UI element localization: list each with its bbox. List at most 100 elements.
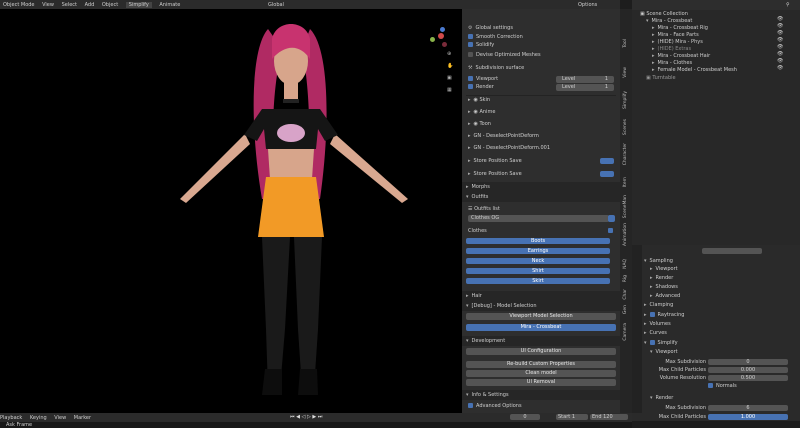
marker-menu[interactable]: Marker	[74, 415, 91, 421]
tab-gen[interactable]: Gen	[623, 305, 628, 314]
neck-toggle[interactable]: Neck	[466, 258, 610, 264]
outfit-select-icon[interactable]	[608, 215, 615, 222]
chevron-right-icon[interactable]: ▸	[466, 182, 469, 192]
clothes-checkbox[interactable]	[608, 228, 616, 234]
earrings-toggle[interactable]: Earrings	[466, 248, 610, 254]
transform-orientation[interactable]: Global	[268, 2, 284, 8]
max-subdivision-field[interactable]: 0	[708, 359, 788, 365]
devices-optimized-checkbox[interactable]: Devise Optimized Meshes	[468, 50, 541, 60]
skin-item[interactable]: ▸ ◉ Skin	[468, 95, 490, 105]
pan-icon[interactable]: ✋	[447, 63, 453, 69]
tab-scenes[interactable]: Scenes	[623, 119, 628, 135]
tab-animation[interactable]: Animation	[623, 223, 628, 246]
grid-icon[interactable]: ▦	[447, 87, 452, 93]
max-child-particles-field[interactable]: 0.000	[708, 367, 788, 373]
navigation-gizmo[interactable]	[428, 27, 450, 51]
solidify-checkbox[interactable]: Solidify	[468, 40, 494, 50]
animate-button[interactable]: Animate	[159, 2, 180, 8]
axis-neg-icon[interactable]	[442, 42, 447, 47]
render-checkbox[interactable]: Render	[468, 82, 494, 92]
chevron-right-icon[interactable]: ▸	[468, 143, 471, 153]
store-position-toggle-2[interactable]	[600, 171, 614, 177]
menu-add[interactable]: Add	[85, 2, 95, 8]
normals-checkbox[interactable]: Normals	[708, 381, 737, 391]
checkbox-icon[interactable]	[468, 52, 473, 57]
camera-icon[interactable]: ▣	[447, 75, 452, 81]
outfit-select[interactable]: Clothes OG	[468, 215, 609, 222]
tab-camera[interactable]: Camera	[623, 323, 628, 341]
store-position-item-2[interactable]: ▸ Store Position Save	[468, 169, 522, 179]
anime-item[interactable]: ▸ ◉ Anime	[468, 107, 495, 117]
chevron-right-icon[interactable]: ▸	[468, 119, 471, 129]
start-frame[interactable]: Start 1	[556, 414, 588, 420]
menu-select[interactable]: Select	[62, 2, 77, 8]
filter-icon[interactable]: ⚲	[786, 2, 790, 8]
checkbox-icon[interactable]	[468, 42, 473, 47]
3d-viewport[interactable]: ⊕ ✋ ▣ ▦	[0, 9, 462, 413]
simplify-render-sub[interactable]: ▾ Render	[650, 393, 673, 403]
tab-character[interactable]: Character	[623, 143, 628, 165]
development-panel-header[interactable]: ▾ Development	[462, 336, 620, 346]
viewport-level-field[interactable]: Level 1	[556, 76, 614, 83]
chevron-right-icon[interactable]: ▸	[468, 156, 471, 166]
tab-item[interactable]: Item	[623, 177, 628, 187]
checkbox-icon[interactable]	[468, 76, 473, 81]
model-selection-header[interactable]: ▾ [Debug] - Model Selection	[462, 301, 620, 311]
ui-configuration-button[interactable]: UI Configuration	[466, 348, 616, 355]
chevron-down-icon[interactable]: ▾	[466, 301, 469, 311]
checkbox-icon[interactable]	[468, 84, 473, 89]
render-max-child-field[interactable]: 1.000	[708, 414, 788, 420]
simplify-viewport-sub[interactable]: ▾ Viewport	[650, 347, 678, 357]
ui-removal-button[interactable]: UI Removal	[466, 379, 616, 386]
advanced-options-checkbox[interactable]: Advanced Options	[468, 401, 522, 411]
outfits-panel-header[interactable]: ▾ Outfits	[462, 192, 620, 202]
clamping-header[interactable]: ▸ Clamping	[644, 300, 673, 310]
skirt-toggle[interactable]: Skirt	[466, 278, 610, 284]
playback-menu[interactable]: Playback	[0, 415, 22, 421]
axis-z-icon[interactable]	[440, 27, 445, 32]
clean-model-button[interactable]: Clean model	[466, 370, 616, 377]
axis-y-icon[interactable]	[430, 37, 435, 42]
tab-sceneman[interactable]: SceneMan	[623, 195, 628, 218]
menu-view[interactable]: View	[42, 2, 54, 8]
axis-x-icon[interactable]	[438, 33, 444, 39]
chevron-right-icon[interactable]: ▸	[468, 131, 471, 141]
keying-menu[interactable]: Keying	[30, 415, 47, 421]
model-name-button[interactable]: Mira - Crossbeat	[466, 324, 616, 331]
chevron-right-icon[interactable]: ▸	[468, 169, 471, 179]
chevron-right-icon[interactable]: ▸	[466, 291, 469, 301]
gn-deform-001-item[interactable]: ▸ GN - DeselectPointDeform.001	[468, 143, 550, 153]
morphs-panel-header[interactable]: ▸ Morphs	[462, 182, 620, 192]
tab-simplify[interactable]: Simplify	[623, 91, 628, 109]
end-frame[interactable]: End 120	[590, 414, 628, 420]
boots-toggle[interactable]: Boots	[466, 238, 610, 244]
hair-panel-header[interactable]: ▸ Hair	[462, 291, 620, 301]
tab-tool[interactable]: Tool	[623, 39, 628, 48]
render-level-field[interactable]: Level 1	[556, 84, 614, 91]
options-dropdown[interactable]: Options	[578, 2, 597, 8]
store-position-toggle[interactable]	[600, 158, 614, 164]
checkbox-icon[interactable]	[468, 34, 473, 39]
tab-view[interactable]: View	[623, 67, 628, 78]
tab-char[interactable]: Char	[623, 289, 628, 300]
tab-naq[interactable]: NAQ	[623, 259, 628, 269]
chevron-down-icon[interactable]: ▾	[466, 390, 469, 400]
chevron-right-icon[interactable]: ▸	[468, 95, 471, 105]
chevron-right-icon[interactable]: ▸	[468, 107, 471, 117]
zoom-icon[interactable]: ⊕	[447, 51, 451, 57]
properties-search[interactable]	[702, 248, 762, 254]
checkbox-icon[interactable]	[468, 403, 473, 408]
checkbox-icon[interactable]	[608, 228, 613, 233]
info-settings-header[interactable]: ▾ Info & Settings	[462, 390, 620, 400]
toon-item[interactable]: ▸ ◉ Toon	[468, 119, 491, 129]
render-max-subdivision-field[interactable]: 6	[708, 405, 788, 411]
rebuild-properties-button[interactable]: Re-build Custom Properties	[466, 361, 616, 368]
timeline-view-menu[interactable]: View	[54, 415, 66, 421]
tab-rig[interactable]: Rig	[623, 275, 628, 282]
mode-select[interactable]: Object Mode	[3, 2, 35, 8]
viewport-model-selection-button[interactable]: Viewport Model Selection	[466, 313, 616, 320]
simplify-button[interactable]: Simplify	[125, 2, 152, 8]
menu-object[interactable]: Object	[102, 2, 118, 8]
store-position-item[interactable]: ▸ Store Position Save	[468, 156, 522, 166]
gn-deform-item[interactable]: ▸ GN - DeselectPointDeform	[468, 131, 539, 141]
